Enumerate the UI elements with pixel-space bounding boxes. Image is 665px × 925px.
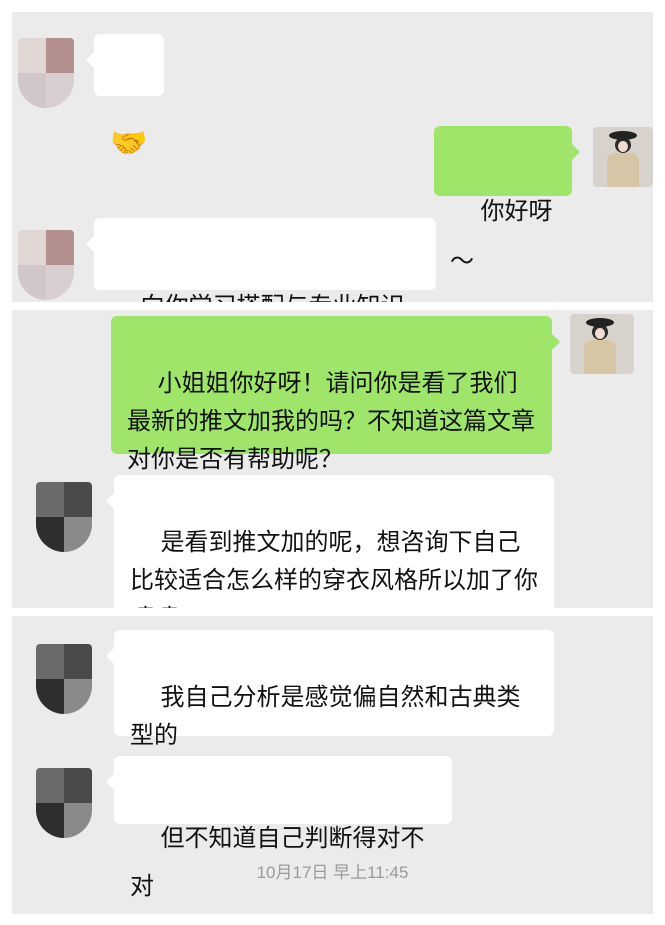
message-bubble-incoming[interactable]: 是看到推文加的呢，想咨询下自己比较适合怎么样的穿衣风格所以加了你嘻嘻▯: [106, 475, 554, 608]
contact-avatar[interactable]: [36, 768, 92, 838]
message-text: 是看到推文加的呢，想咨询下自己比较适合怎么样的穿衣风格所以加了你嘻嘻▯: [130, 528, 538, 608]
message-bubble-incoming[interactable]: 我自己分析是感觉偏自然和古典类型的: [106, 630, 554, 749]
chat-panel-1: 🤝 你好呀～ 向你学习搭配与专业知识: [12, 12, 653, 302]
chat-panel-2: 小姐姐你好呀！请问你是看了我们最新的推文加我的吗？不知道这篇文章对你是否有帮助呢…: [12, 310, 653, 608]
contact-avatar[interactable]: [36, 644, 92, 714]
user-avatar[interactable]: [570, 314, 634, 374]
contact-avatar[interactable]: [18, 230, 74, 300]
contact-avatar[interactable]: [18, 38, 74, 108]
handshake-emoji: 🤝: [110, 126, 148, 161]
message-text: 我自己分析是感觉偏自然和古典类型的: [130, 683, 521, 749]
message-bubble-incoming[interactable]: 但不知道自己判断得对不对: [106, 756, 452, 900]
user-avatar[interactable]: [593, 127, 653, 187]
message-text: 小姐姐你好呀！请问你是看了我们最新的推文加我的吗？不知道这篇文章对你是否有帮助呢…: [127, 369, 535, 473]
message-text: 向你学习搭配与专业知识: [141, 292, 405, 302]
contact-avatar[interactable]: [36, 482, 92, 552]
message-bubble-incoming[interactable]: 🤝: [86, 34, 164, 161]
message-timestamp: 10月17日 早上11:45: [256, 863, 409, 882]
message-bubble-incoming[interactable]: 向你学习搭配与专业知识: [86, 218, 436, 302]
message-bubble-outgoing[interactable]: 小姐姐你好呀！请问你是看了我们最新的推文加我的吗？不知道这篇文章对你是否有帮助呢…: [111, 316, 560, 473]
chat-panel-3: 我自己分析是感觉偏自然和古典类型的 但不知道自己判断得对不对 10月17日 早上…: [12, 616, 653, 914]
message-text: 你好呀～: [450, 197, 553, 275]
message-bubble-outgoing[interactable]: 你好呀～: [434, 126, 580, 275]
